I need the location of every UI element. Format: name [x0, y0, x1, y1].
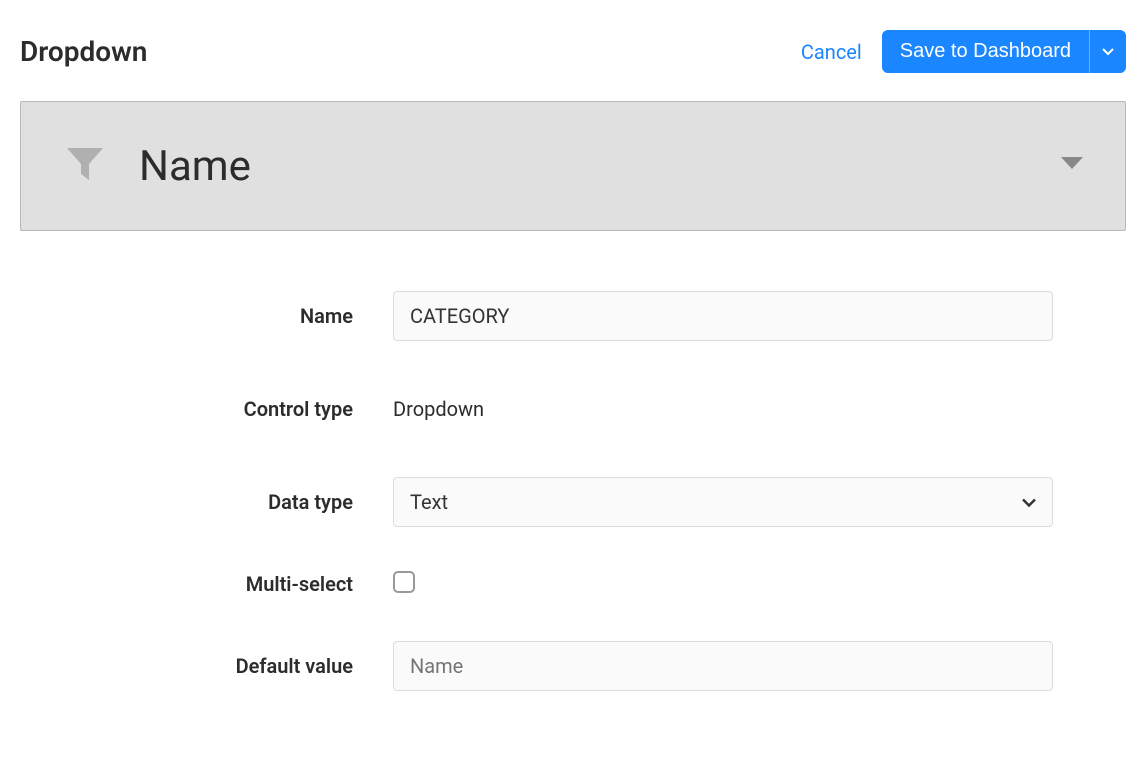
- form-row-data-type: Data type Text: [93, 477, 1053, 527]
- form-row-control-type: Control type Dropdown: [93, 385, 1053, 433]
- name-field-wrapper: [393, 291, 1053, 341]
- data-type-label: Data type: [93, 490, 393, 514]
- control-type-wrapper: Dropdown: [393, 385, 1053, 433]
- multi-select-checkbox[interactable]: [393, 571, 415, 593]
- caret-down-icon: [1102, 48, 1114, 56]
- multi-select-label: Multi-select: [93, 572, 393, 596]
- save-to-dashboard-button[interactable]: Save to Dashboard: [882, 30, 1089, 73]
- filter-icon: [61, 140, 109, 192]
- preview-left: Name: [61, 140, 251, 192]
- data-type-select[interactable]: Text: [393, 477, 1053, 527]
- form-row-name: Name: [93, 291, 1053, 341]
- default-value-wrapper: [393, 641, 1053, 691]
- data-type-wrapper: Text: [393, 477, 1053, 527]
- control-type-value: Dropdown: [393, 385, 1053, 433]
- form-container: Name Control type Dropdown Data type Tex…: [93, 291, 1053, 691]
- save-dropdown-button[interactable]: [1089, 30, 1126, 73]
- default-value-input[interactable]: [393, 641, 1053, 691]
- filter-preview-panel[interactable]: Name: [20, 101, 1126, 231]
- control-type-label: Control type: [93, 397, 393, 421]
- header: Dropdown Cancel Save to Dashboard: [20, 30, 1126, 73]
- form-row-multi-select: Multi-select: [93, 571, 1053, 597]
- name-input[interactable]: [393, 291, 1053, 341]
- multi-select-wrapper: [393, 571, 1053, 597]
- header-actions: Cancel Save to Dashboard: [801, 30, 1126, 73]
- preview-title: Name: [139, 142, 251, 191]
- cancel-button[interactable]: Cancel: [801, 40, 862, 64]
- save-button-group: Save to Dashboard: [882, 30, 1126, 73]
- default-value-label: Default value: [93, 654, 393, 678]
- form-row-default-value: Default value: [93, 641, 1053, 691]
- chevron-down-icon: [1059, 155, 1085, 177]
- name-label: Name: [93, 304, 393, 328]
- page-title: Dropdown: [20, 35, 147, 68]
